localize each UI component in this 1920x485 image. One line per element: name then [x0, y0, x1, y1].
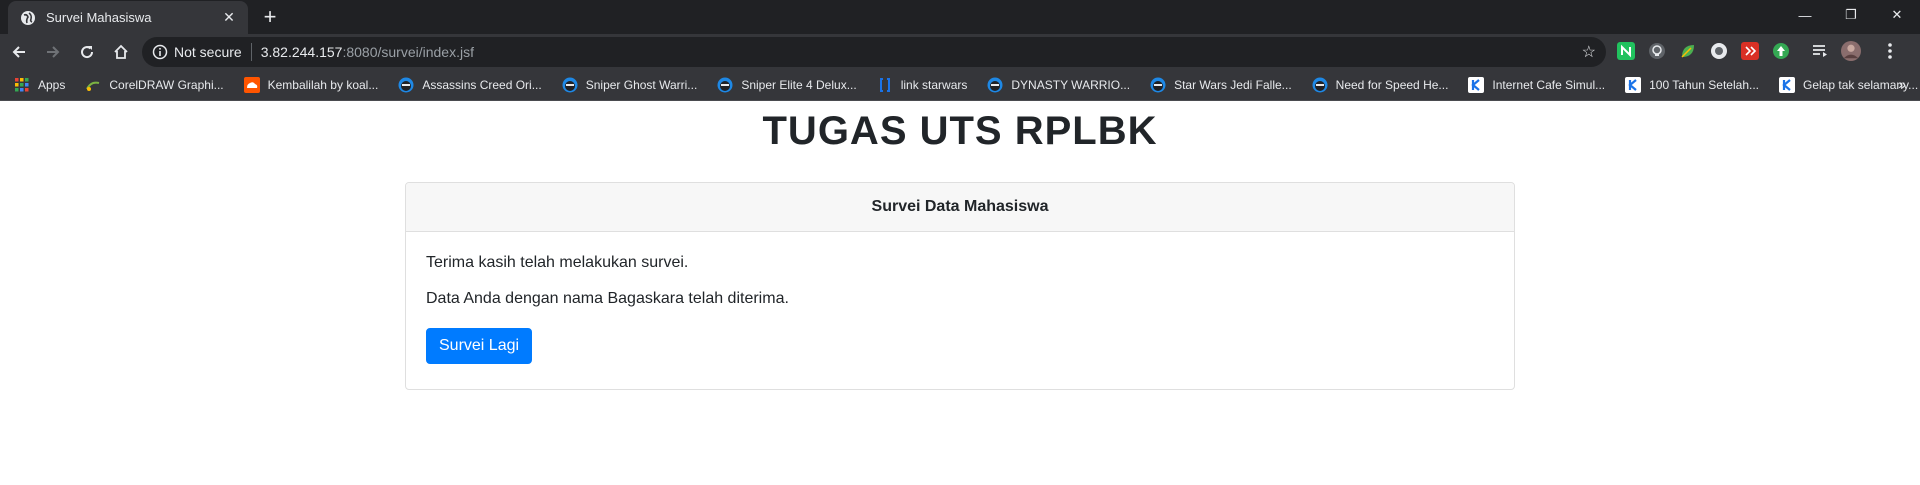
url-path: :8080/survei/index.jsf [342, 44, 474, 60]
ninja-icon [717, 77, 733, 93]
url-host: 3.82.244.157 [260, 44, 343, 60]
menu-kebab-icon[interactable] [1880, 41, 1900, 61]
bookmark-label: 100 Tahun Setelah... [1649, 78, 1759, 92]
green-up-extension-icon[interactable] [1771, 41, 1791, 61]
minimize-button[interactable]: — [1782, 0, 1828, 30]
k-icon [1779, 77, 1795, 93]
ninja-icon [1312, 77, 1328, 93]
coreldraw-icon [85, 77, 101, 93]
bookmark-item[interactable]: Sniper Elite 4 Delux... [717, 77, 857, 93]
apps-grid-icon [14, 77, 30, 93]
window-close-button[interactable]: ✕ [1874, 0, 1920, 30]
back-button[interactable] [4, 37, 34, 67]
home-icon [114, 44, 128, 59]
reload-button[interactable] [72, 37, 102, 67]
reload-icon [81, 46, 94, 59]
page-content: TUGAS UTS RPLBK Survei Data Mahasiswa Te… [0, 101, 1920, 483]
bookmark-label: Assassins Creed Ori... [422, 78, 542, 92]
avatar[interactable] [1841, 41, 1861, 61]
received-message: Data Anda dengan nama Bagaskara telah di… [426, 290, 789, 307]
browser-toolbar: Not secure 3.82.244.157 :8080/survei/ind… [0, 34, 1920, 70]
home-button[interactable] [106, 37, 136, 67]
info-icon [152, 44, 168, 60]
bracket-icon [877, 77, 893, 93]
survey-again-button[interactable]: Survei Lagi [426, 328, 533, 364]
ninja-icon [1150, 77, 1166, 93]
bookmark-label: Sniper Ghost Warri... [585, 78, 698, 92]
bookmarks-bar: Apps CorelDRAW Graphi... Kembalilah by koa… [0, 70, 1920, 101]
survey-result-card: Survei Data Mahasiswa Terima kasih telah… [405, 182, 1515, 390]
address-bar[interactable]: Not secure 3.82.244.157 :8080/survei/ind… [142, 37, 1606, 67]
ninja-icon [398, 77, 414, 93]
bookmarks-overflow-button[interactable]: » [1898, 76, 1906, 92]
bookmark-item[interactable]: 100 Tahun Setelah... [1625, 77, 1759, 93]
card-header: Survei Data Mahasiswa [406, 183, 1514, 232]
k-icon [1625, 77, 1642, 93]
bookmark-item[interactable]: Kembalilah by koal... [243, 77, 379, 93]
leaf-extension-icon[interactable] [1678, 41, 1698, 61]
security-label[interactable]: Not secure [174, 44, 242, 60]
globe-icon [20, 10, 36, 26]
tab-close-icon[interactable]: ✕ [220, 9, 238, 26]
playlist-icon[interactable] [1810, 41, 1830, 61]
k-icon [1468, 77, 1485, 93]
soundcloud-icon [243, 77, 260, 93]
red-extension-icon[interactable] [1740, 41, 1760, 61]
bookmark-item[interactable]: Internet Cafe Simul... [1468, 77, 1605, 93]
bookmark-label: link starwars [900, 78, 968, 92]
restore-button[interactable]: ❐ [1828, 0, 1874, 30]
tab-title: Survei Mahasiswa [46, 10, 152, 25]
window-controls: — ❐ ✕ [1782, 0, 1920, 30]
bookmark-label: Apps [38, 78, 66, 92]
forward-button[interactable] [38, 37, 68, 67]
tab-strip: Survei Mahasiswa ✕ + — ❐ ✕ [0, 0, 1920, 34]
ninja-icon [987, 77, 1003, 93]
bookmark-label: Internet Cafe Simul... [1492, 78, 1606, 92]
page-title: TUGAS UTS RPLBK [762, 109, 1158, 153]
bookmark-label: Need for Speed He... [1335, 78, 1449, 92]
bookmark-item[interactable]: CorelDRAW Graphi... [85, 77, 224, 93]
bookmark-item[interactable]: DYNASTY WARRIO... [987, 77, 1130, 93]
bookmark-item[interactable]: Apps [14, 77, 65, 93]
bookmark-item[interactable]: Need for Speed He... [1312, 77, 1449, 93]
browser-tab[interactable]: Survei Mahasiswa ✕ [8, 1, 248, 34]
ninja-icon [562, 77, 578, 93]
bookmark-label: Sniper Elite 4 Delux... [741, 78, 857, 92]
bookmark-label: DYNASTY WARRIO... [1011, 78, 1131, 92]
bulb-extension-icon[interactable] [1647, 41, 1667, 61]
bookmark-star-icon[interactable]: ☆ [1582, 42, 1596, 62]
bookmark-item[interactable]: link starwars [877, 77, 968, 93]
bookmark-label: Kembalilah by koal... [267, 78, 379, 92]
card-body: Terima kasih telah melakukan survei. Dat… [406, 232, 1514, 386]
omnibox-divider [250, 43, 252, 61]
new-tab-button[interactable]: + [258, 5, 282, 29]
bookmark-label: Star Wars Jedi Falle... [1174, 78, 1292, 92]
forward-arrow-icon [47, 46, 60, 58]
bookmark-item[interactable]: Assassins Creed Ori... [398, 77, 542, 93]
bookmark-item[interactable]: Star Wars Jedi Falle... [1150, 77, 1292, 93]
bookmark-item[interactable]: Sniper Ghost Warri... [562, 77, 698, 93]
back-arrow-icon [12, 46, 25, 58]
browser-chrome: Survei Mahasiswa ✕ + — ❐ ✕ Not secure 3.… [0, 0, 1920, 101]
bookmark-label: CorelDRAW Graphi... [109, 78, 224, 92]
n-extension-icon[interactable] [1616, 41, 1636, 61]
thank-you-message: Terima kasih telah melakukan survei. [426, 254, 689, 271]
disc-extension-icon[interactable] [1709, 41, 1729, 61]
extensions-area [1616, 41, 1911, 61]
